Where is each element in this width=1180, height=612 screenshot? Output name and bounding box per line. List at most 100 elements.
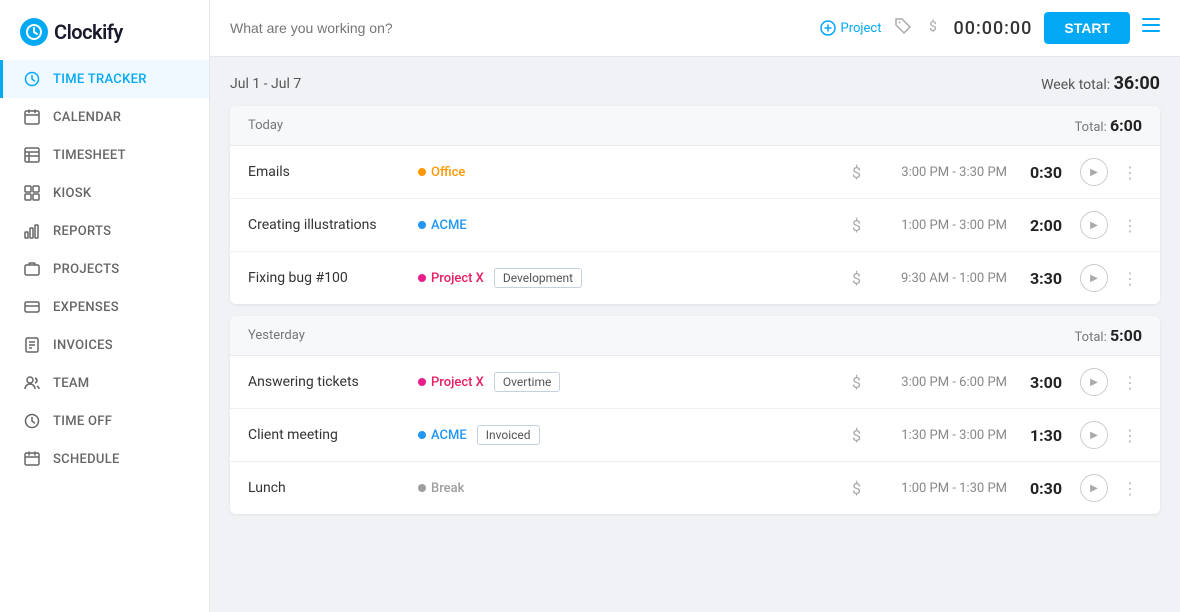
- time-display: 00:00:00: [954, 18, 1033, 39]
- table-row: Fixing bug #100 Project X Development $ …: [230, 252, 1160, 304]
- sidebar-item-team[interactable]: TEAM: [0, 364, 209, 402]
- sidebar-item-expenses[interactable]: EXPENSES: [0, 288, 209, 326]
- entry-name: Client meeting: [248, 427, 408, 443]
- sidebar-item-reports[interactable]: REPORTS: [0, 212, 209, 250]
- table-row: Answering tickets Project X Overtime $ 3…: [230, 356, 1160, 409]
- bar-chart-icon: [23, 222, 41, 240]
- entry-project: Project X: [418, 271, 484, 286]
- entry-badge: Development: [494, 268, 582, 288]
- sidebar-item-time-off[interactable]: TIME OFF: [0, 402, 209, 440]
- table-row: Client meeting ACME Invoiced $ 1:30 PM -…: [230, 409, 1160, 462]
- invoices-icon: [23, 336, 41, 354]
- entry-badge: Overtime: [494, 372, 560, 392]
- billable-icon[interactable]: $: [852, 216, 861, 235]
- logo-icon: [20, 18, 48, 46]
- schedule-icon: [23, 450, 41, 468]
- billable-icon[interactable]: $: [852, 479, 861, 498]
- week-range-bar: Jul 1 - Jul 7 Week total: 36:00: [230, 73, 1160, 94]
- entry-time-range: 3:00 PM - 6:00 PM: [877, 375, 1007, 390]
- sidebar-item-label: TIMESHEET: [53, 148, 126, 163]
- play-button[interactable]: ▶: [1080, 368, 1108, 396]
- dollar-icon[interactable]: $: [924, 17, 942, 39]
- table-row: Emails Office $ 3:00 PM - 3:30 PM 0:30 ▶…: [230, 146, 1160, 199]
- week-total-label: Week total:: [1041, 77, 1110, 93]
- day-total: Total: 5:00: [1075, 326, 1142, 345]
- day-group-1: Yesterday Total: 5:00 Answering tickets …: [230, 316, 1160, 514]
- play-button[interactable]: ▶: [1080, 158, 1108, 186]
- play-button[interactable]: ▶: [1080, 211, 1108, 239]
- kiosk-icon: [23, 184, 41, 202]
- sidebar-item-label: SCHEDULE: [53, 452, 120, 467]
- entry-time-range: 1:00 PM - 1:30 PM: [877, 481, 1007, 496]
- project-dot: [418, 221, 426, 229]
- main-content: Project $ 00:00:00 START Jul 1 - Jul 7: [210, 0, 1180, 612]
- more-options-button[interactable]: ⋮: [1118, 426, 1142, 445]
- sidebar-item-label: INVOICES: [53, 338, 113, 353]
- table-row: Lunch Break $ 1:00 PM - 1:30 PM 0:30 ▶ ⋮: [230, 462, 1160, 514]
- entry-name: Lunch: [248, 480, 408, 496]
- sidebar-item-projects[interactable]: PROJECTS: [0, 250, 209, 288]
- entry-name: Fixing bug #100: [248, 270, 408, 286]
- play-button[interactable]: ▶: [1080, 474, 1108, 502]
- entry-duration: 3:00: [1017, 373, 1062, 392]
- table-row: Creating illustrations ACME $ 1:00 PM - …: [230, 199, 1160, 252]
- list-view-icon[interactable]: [1142, 18, 1160, 38]
- more-options-button[interactable]: ⋮: [1118, 269, 1142, 288]
- week-total-value: 36:00: [1114, 73, 1160, 94]
- sidebar-item-label: TEAM: [53, 376, 89, 391]
- day-header: Today Total: 6:00: [230, 106, 1160, 146]
- entry-time-range: 9:30 AM - 1:00 PM: [877, 271, 1007, 286]
- project-dot: [418, 168, 426, 176]
- sidebar-item-label: CALENDAR: [53, 110, 121, 125]
- timesheet-icon: [23, 146, 41, 164]
- sidebar: Clockify TIME TRACKER CALENDAR TIMESHEET…: [0, 0, 210, 612]
- more-options-button[interactable]: ⋮: [1118, 373, 1142, 392]
- more-options-button[interactable]: ⋮: [1118, 479, 1142, 498]
- topbar: Project $ 00:00:00 START: [210, 0, 1180, 57]
- entry-name: Emails: [248, 164, 408, 180]
- nav: TIME TRACKER CALENDAR TIMESHEET KIOSK RE…: [0, 60, 209, 478]
- entry-project: Break: [418, 481, 464, 496]
- sidebar-item-time-tracker[interactable]: TIME TRACKER: [0, 60, 209, 98]
- project-label: Project: [841, 21, 882, 36]
- billable-icon[interactable]: $: [852, 373, 861, 392]
- day-groups: Today Total: 6:00 Emails Office $ 3:00 P…: [230, 106, 1160, 514]
- project-dot: [418, 484, 426, 492]
- day-label: Yesterday: [248, 328, 305, 343]
- expenses-icon: [23, 298, 41, 316]
- billable-icon[interactable]: $: [852, 269, 861, 288]
- sidebar-item-timesheet[interactable]: TIMESHEET: [0, 136, 209, 174]
- team-icon: [23, 374, 41, 392]
- sidebar-item-kiosk[interactable]: KIOSK: [0, 174, 209, 212]
- search-input[interactable]: [230, 20, 808, 36]
- sidebar-item-label: TIME OFF: [53, 414, 112, 429]
- plus-circle-icon: [820, 20, 836, 36]
- projects-icon: [23, 260, 41, 278]
- entry-duration: 1:30: [1017, 426, 1062, 445]
- play-button[interactable]: ▶: [1080, 264, 1108, 292]
- sidebar-item-schedule[interactable]: SCHEDULE: [0, 440, 209, 478]
- project-dot: [418, 378, 426, 386]
- tag-icon[interactable]: [894, 17, 912, 39]
- sidebar-item-calendar[interactable]: CALENDAR: [0, 98, 209, 136]
- play-button[interactable]: ▶: [1080, 421, 1108, 449]
- sidebar-item-invoices[interactable]: INVOICES: [0, 326, 209, 364]
- start-button[interactable]: START: [1044, 12, 1130, 44]
- svg-text:$: $: [929, 18, 937, 35]
- sidebar-item-label: TIME TRACKER: [53, 72, 147, 87]
- entry-badge: Invoiced: [477, 425, 540, 445]
- more-options-button[interactable]: ⋮: [1118, 216, 1142, 235]
- calendar-icon: [23, 108, 41, 126]
- sidebar-item-label: EXPENSES: [53, 300, 119, 315]
- sidebar-item-label: PROJECTS: [53, 262, 119, 277]
- more-options-button[interactable]: ⋮: [1118, 163, 1142, 182]
- entry-name: Answering tickets: [248, 374, 408, 390]
- entry-duration: 2:00: [1017, 216, 1062, 235]
- billable-icon[interactable]: $: [852, 163, 861, 182]
- entry-name: Creating illustrations: [248, 217, 408, 233]
- day-group-0: Today Total: 6:00 Emails Office $ 3:00 P…: [230, 106, 1160, 304]
- clock-icon: [23, 70, 41, 88]
- billable-icon[interactable]: $: [852, 426, 861, 445]
- sidebar-item-label: REPORTS: [53, 224, 111, 239]
- project-button[interactable]: Project: [820, 20, 882, 36]
